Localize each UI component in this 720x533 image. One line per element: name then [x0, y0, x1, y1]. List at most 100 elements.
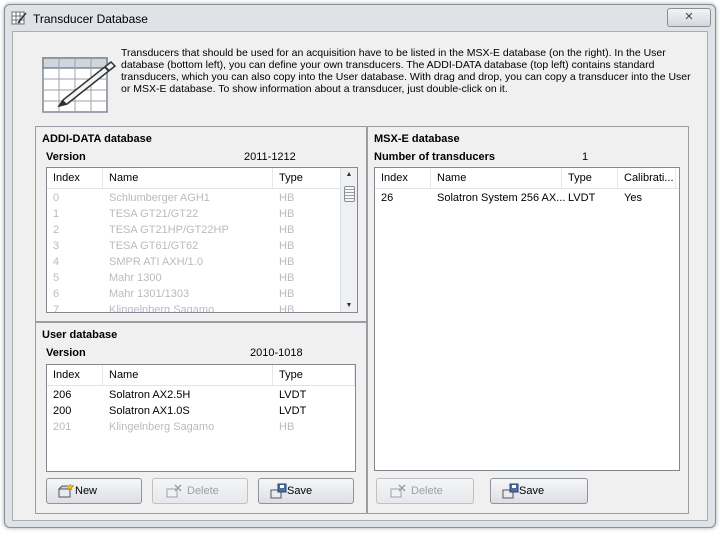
addi-data-title: ADDI-DATA database	[42, 133, 152, 145]
new-button[interactable]: New	[46, 478, 142, 504]
addi-col-index[interactable]: Index	[47, 168, 103, 188]
addi-version-value: 2011-1212	[244, 151, 296, 163]
addi-version-label: Version	[46, 151, 86, 163]
index-cell: 1	[53, 208, 60, 220]
msx-col-type[interactable]: Type	[562, 168, 618, 188]
type-cell: HB	[279, 240, 295, 252]
type-cell: LVDT	[279, 389, 307, 401]
new-file-icon	[57, 483, 75, 498]
user-col-name[interactable]: Name	[103, 365, 273, 385]
list-item[interactable]: 2 TESA GT21HP/GT22HP HB	[47, 222, 357, 238]
delete-icon	[390, 484, 406, 498]
save-icon	[502, 483, 519, 499]
type-cell: HB	[279, 192, 295, 204]
scroll-down-icon[interactable]: ▼	[344, 302, 354, 309]
user-col-index[interactable]: Index	[47, 365, 103, 385]
delete-button-label: Delete	[187, 485, 219, 497]
calibration-cell: Yes	[624, 192, 642, 204]
name-cell: Mahr 1301/1303	[109, 288, 190, 300]
index-cell: 206	[53, 389, 72, 401]
list-item[interactable]: 0 Schlumberger AGH1 HB	[47, 190, 357, 206]
index-cell: 4	[53, 256, 60, 268]
index-cell: 6	[53, 288, 60, 300]
addi-col-type[interactable]: Type	[273, 168, 341, 188]
msx-e-list[interactable]: Index Name Type Calibrati... 26 Solatron…	[374, 167, 680, 471]
database-edit-icon	[42, 57, 117, 113]
list-item[interactable]: 7 Klingelnberg Sagamo HB	[47, 302, 357, 313]
type-cell: HB	[279, 421, 295, 433]
type-cell: HB	[279, 272, 295, 284]
user-database-group: User database Version 2010-1018 Index Na…	[35, 322, 367, 514]
index-cell: 0	[53, 192, 60, 204]
name-cell: TESA GT21/GT22	[109, 208, 199, 220]
name-cell: SMPR ATI AXH/1.0	[109, 256, 203, 268]
list-item[interactable]: 4 SMPR ATI AXH/1.0 HB	[47, 254, 357, 270]
name-cell: Solatron AX2.5H	[109, 389, 191, 401]
addi-data-group: ADDI-DATA database Version 2011-1212 Ind…	[35, 126, 367, 322]
msx-col-calibration[interactable]: Calibrati...	[618, 168, 676, 188]
index-cell: 5	[53, 272, 60, 284]
msx-e-group: MSX-E database Number of transducers 1 I…	[367, 126, 689, 514]
table-row[interactable]: 26 Solatron System 256 AX... LVDT Yes	[375, 190, 679, 206]
type-cell: LVDT	[568, 192, 596, 204]
addi-col-name[interactable]: Name	[103, 168, 273, 188]
new-button-label: New	[75, 485, 98, 497]
name-cell: Mahr 1300	[109, 272, 162, 284]
addi-data-list[interactable]: Index Name Type 0 Schlumberger AGH1 HB 1…	[46, 167, 358, 313]
name-cell: Solatron System 256 AX...	[437, 192, 566, 204]
msx-save-button[interactable]: Save	[490, 478, 588, 504]
user-col-type[interactable]: Type	[273, 365, 355, 385]
delete-icon	[166, 484, 182, 498]
index-cell: 7	[53, 304, 60, 313]
transducer-database-window: Transducer Database ✕ Transducers that s…	[4, 4, 716, 528]
name-cell: TESA GT21HP/GT22HP	[109, 224, 229, 236]
close-icon: ✕	[684, 11, 694, 23]
scroll-thumb[interactable]	[344, 186, 355, 202]
name-cell: TESA GT61/GT62	[109, 240, 199, 252]
user-list-header: Index Name Type	[47, 365, 355, 386]
window-title: Transducer Database	[33, 12, 148, 26]
index-cell: 200	[53, 405, 72, 417]
user-version-value: 2010-1018	[250, 347, 303, 359]
name-cell: Klingelnberg Sagamo	[109, 304, 215, 313]
index-cell: 201	[53, 421, 72, 433]
close-button[interactable]: ✕	[667, 8, 711, 27]
msx-delete-button[interactable]: Delete	[376, 478, 474, 504]
type-cell: LVDT	[279, 405, 307, 417]
user-database-title: User database	[42, 329, 118, 341]
user-database-list[interactable]: Index Name Type 206 Solatron AX2.5H LVDT…	[46, 364, 356, 472]
delete-button[interactable]: Delete	[152, 478, 248, 504]
table-row[interactable]: 200 Solatron AX1.0S LVDT	[47, 403, 355, 419]
title-bar: Transducer Database ✕	[5, 5, 715, 31]
list-item[interactable]: 3 TESA GT61/GT62 HB	[47, 238, 357, 254]
save-button[interactable]: Save	[258, 478, 354, 504]
type-cell: HB	[279, 304, 295, 313]
list-item[interactable]: 6 Mahr 1301/1303 HB	[47, 286, 357, 302]
name-cell: Klingelnberg Sagamo	[109, 421, 215, 433]
list-item[interactable]: 5 Mahr 1300 HB	[47, 270, 357, 286]
type-cell: HB	[279, 208, 295, 220]
name-cell: Solatron AX1.0S	[109, 405, 190, 417]
addi-scrollbar[interactable]: ▲ ▼	[340, 168, 357, 312]
type-cell: HB	[279, 256, 295, 268]
index-cell: 2	[53, 224, 60, 236]
app-icon	[11, 11, 27, 25]
msx-e-title: MSX-E database	[374, 133, 460, 145]
msx-count-value: 1	[582, 151, 589, 163]
index-cell: 3	[53, 240, 60, 252]
msx-delete-button-label: Delete	[411, 485, 443, 497]
scroll-up-icon[interactable]: ▲	[344, 171, 354, 178]
msx-count-label: Number of transducers	[374, 151, 496, 163]
intro-text: Transducers that should be used for an a…	[121, 47, 691, 95]
type-cell: HB	[279, 224, 295, 236]
list-item[interactable]: 1 TESA GT21/GT22 HB	[47, 206, 357, 222]
table-row[interactable]: 206 Solatron AX2.5H LVDT	[47, 387, 355, 403]
table-row[interactable]: 201 Klingelnberg Sagamo HB	[47, 419, 355, 435]
msx-list-header: Index Name Type Calibrati...	[375, 168, 679, 189]
msx-col-index[interactable]: Index	[375, 168, 431, 188]
msx-save-button-label: Save	[519, 485, 545, 497]
msx-col-name[interactable]: Name	[431, 168, 562, 188]
user-version-label: Version	[46, 347, 86, 359]
type-cell: HB	[279, 288, 295, 300]
save-button-label: Save	[287, 485, 313, 497]
